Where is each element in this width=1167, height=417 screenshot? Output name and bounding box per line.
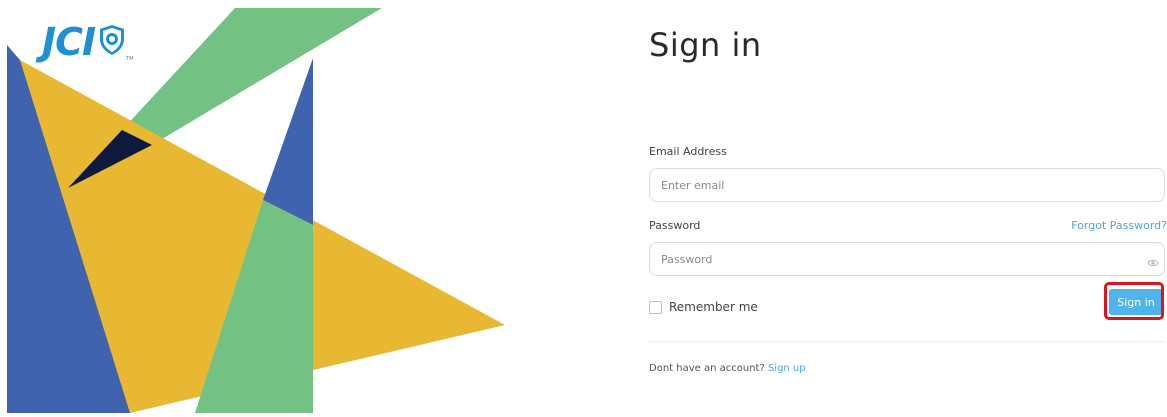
signup-link[interactable]: Sign up (768, 363, 806, 374)
forgot-password-link[interactable]: Forgot Password? (1071, 219, 1167, 232)
signup-prompt: Dont have an account? (649, 363, 768, 374)
remember-me-label: Remember me (669, 300, 758, 314)
shield-icon (99, 24, 125, 60)
signup-row: Dont have an account? Sign up (649, 363, 806, 374)
signin-panel: Sign in Email Address Password Forgot Pa… (649, 0, 1167, 413)
trademark-mark: TM (126, 56, 134, 62)
password-label: Password (649, 219, 701, 232)
logo-text: JCI (42, 20, 96, 64)
green-band-shape (122, 8, 382, 145)
email-label: Email Address (649, 145, 727, 158)
remember-me-checkbox[interactable] (649, 300, 662, 314)
divider (649, 341, 1165, 342)
eye-icon[interactable] (1147, 253, 1159, 272)
password-field[interactable] (649, 242, 1165, 276)
blue-spike-shape (263, 58, 313, 225)
page-title: Sign in (649, 26, 762, 64)
remember-me-row: Remember me (649, 300, 758, 314)
jci-logo: JCI TM (42, 20, 134, 64)
highlight-box (1104, 282, 1164, 320)
decorative-artwork: JCI TM (0, 0, 505, 413)
email-field[interactable] (649, 168, 1165, 202)
